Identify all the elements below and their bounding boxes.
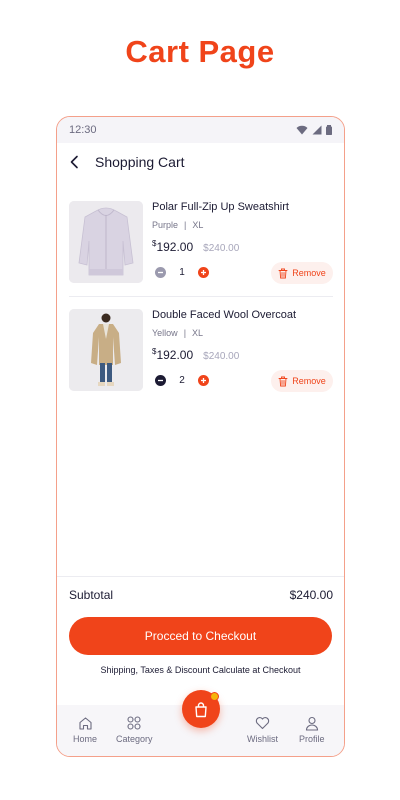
quantity-value: 2 (179, 375, 185, 386)
tab-wishlist[interactable]: Wishlist (247, 715, 278, 744)
price-row: $192.00 $240.00 (152, 239, 239, 254)
product-price: $192.00 (152, 239, 193, 254)
quantity-stepper: 1 (155, 267, 209, 278)
quantity-value: 1 (179, 267, 185, 278)
tab-label: Wishlist (247, 734, 278, 744)
increase-quantity-button[interactable] (198, 375, 209, 386)
divider (69, 296, 333, 297)
original-price: $240.00 (203, 351, 240, 362)
status-icons (296, 125, 332, 135)
tab-category[interactable]: Category (116, 715, 153, 744)
product-name[interactable]: Polar Full-Zip Up Sweatshirt (152, 201, 289, 213)
variant-separator: | (183, 328, 187, 338)
tab-profile[interactable]: Profile (299, 715, 325, 744)
product-size: XL (192, 220, 204, 230)
quantity-stepper: 2 (155, 375, 209, 386)
product-image-sweatshirt[interactable] (69, 201, 143, 283)
product-variant: Purple | XL (152, 220, 203, 230)
divider (57, 576, 344, 577)
battery-icon (326, 125, 332, 135)
increase-quantity-button[interactable] (198, 267, 209, 278)
checkout-button[interactable]: Procced to Checkout (69, 617, 332, 655)
cart-fab-button[interactable] (182, 690, 220, 728)
checkout-note: Shipping, Taxes & Discount Calculate at … (100, 665, 301, 675)
remove-button[interactable]: Remove (271, 370, 333, 392)
status-time: 12:30 (69, 124, 97, 136)
wifi-icon (296, 125, 308, 135)
profile-icon (304, 715, 320, 731)
app-header: Shopping Cart (69, 151, 185, 173)
status-bar: 12:30 (57, 117, 344, 143)
product-color: Purple (152, 220, 179, 230)
subtotal-value: $240.00 (289, 588, 333, 602)
decrease-quantity-button[interactable] (155, 375, 166, 386)
tab-label: Profile (299, 734, 325, 744)
remove-label: Remove (292, 376, 326, 386)
trash-icon (278, 376, 288, 386)
price-value: 192.00 (156, 348, 194, 362)
page-heading: Cart Page (125, 34, 275, 69)
category-icon (126, 715, 142, 731)
home-icon (77, 715, 93, 731)
variant-separator: | (184, 220, 187, 230)
product-price: $192.00 (152, 347, 193, 362)
tab-label: Home (73, 734, 98, 744)
product-name[interactable]: Double Faced Wool Overcoat (152, 309, 296, 321)
tab-label: Category (116, 734, 153, 744)
page-title: Shopping Cart (95, 154, 185, 170)
price-row: $192.00 $240.00 (152, 347, 239, 362)
back-icon[interactable] (69, 154, 85, 170)
signal-icon (312, 125, 322, 135)
cart-badge (210, 692, 219, 701)
cart-item: Double Faced Wool Overcoat Yellow | XL $19… (69, 309, 333, 393)
subtotal-label: Subtotal (69, 588, 114, 602)
remove-button[interactable]: Remove (271, 262, 333, 284)
original-price: $240.00 (203, 243, 240, 254)
cart-item: Polar Full-Zip Up Sweatshirt Purple | XL $… (69, 201, 333, 285)
tab-home[interactable]: Home (73, 715, 97, 744)
decrease-quantity-button[interactable] (155, 267, 166, 278)
price-value: 192.00 (156, 240, 194, 254)
product-color: Yellow (152, 328, 178, 338)
trash-icon (278, 268, 288, 278)
heart-icon (255, 715, 271, 731)
subtotal-row: Subtotal $240.00 (69, 588, 333, 602)
product-image-overcoat[interactable] (69, 309, 143, 391)
phone-frame: 12:30 Shopping Cart Polar Full-Zip Up Sw… (56, 116, 345, 757)
cart-bag-icon (195, 701, 207, 717)
remove-label: Remove (292, 268, 326, 278)
product-variant: Yellow | XL (152, 328, 203, 338)
product-size: XL (192, 328, 204, 338)
